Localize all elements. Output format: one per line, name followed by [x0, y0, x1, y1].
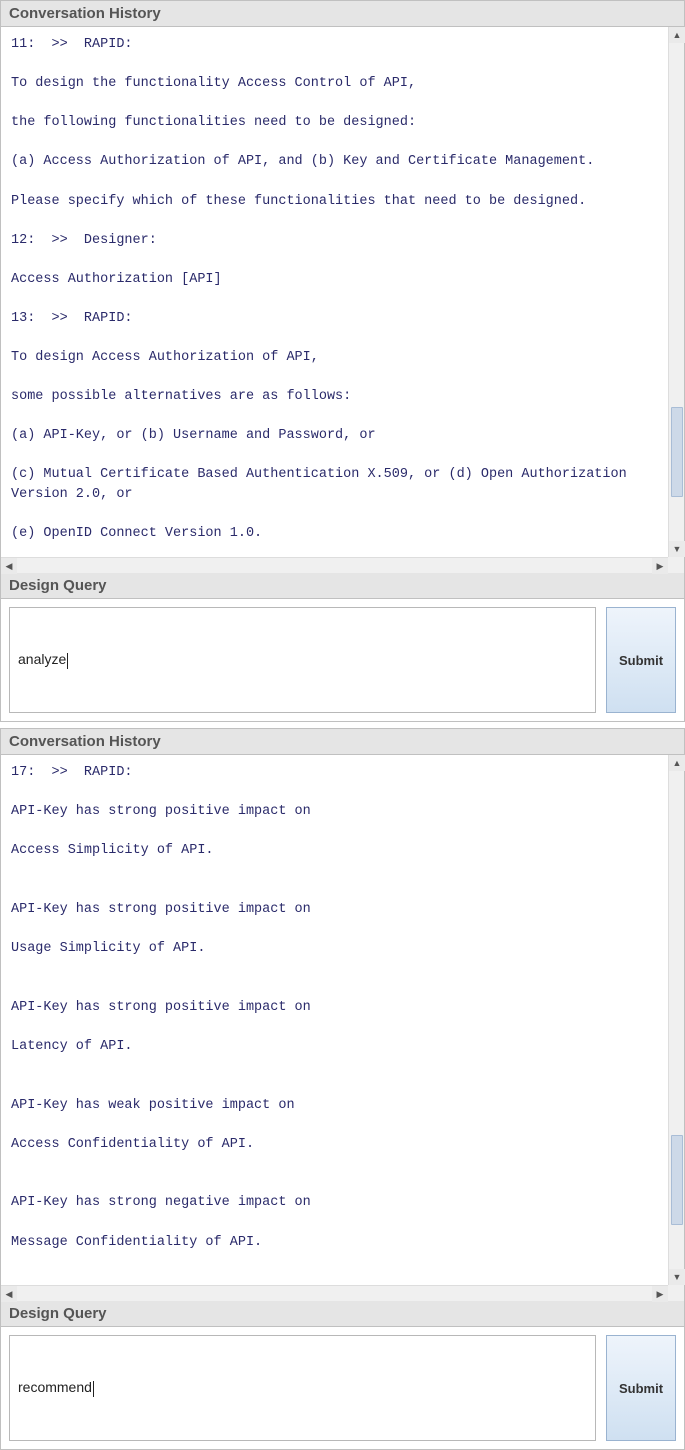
- history-text-2[interactable]: 17: >> RAPID: API-Key has strong positiv…: [1, 755, 684, 1285]
- scroll-right-icon[interactable]: ▶: [652, 558, 668, 574]
- vscroll-thumb-1[interactable]: [671, 407, 683, 497]
- scroll-down-icon[interactable]: ▼: [669, 541, 685, 557]
- hscrollbar-1[interactable]: ◀ ▶: [1, 557, 668, 573]
- query-input-wrap-1[interactable]: analyze: [9, 607, 596, 713]
- history-wrap-1: 11: >> RAPID: To design the functionalit…: [1, 27, 684, 573]
- scroll-corner: [668, 557, 684, 573]
- panel-2: Conversation History 17: >> RAPID: API-K…: [0, 728, 685, 1450]
- submit-button-2[interactable]: Submit: [606, 1335, 676, 1441]
- history-header-2: Conversation History: [1, 729, 684, 755]
- vscroll-thumb-2[interactable]: [671, 1135, 683, 1225]
- scroll-left-icon[interactable]: ◀: [1, 558, 17, 574]
- scroll-right-icon[interactable]: ▶: [652, 1286, 668, 1302]
- query-row-1: analyze Submit: [1, 599, 684, 721]
- query-header-1: Design Query: [1, 573, 684, 599]
- query-input-1[interactable]: analyze: [18, 651, 587, 668]
- query-input-wrap-2[interactable]: recommend: [9, 1335, 596, 1441]
- query-input-2[interactable]: recommend: [18, 1379, 587, 1396]
- history-header-1: Conversation History: [1, 1, 684, 27]
- scroll-left-icon[interactable]: ◀: [1, 1286, 17, 1302]
- scroll-down-icon[interactable]: ▼: [669, 1269, 685, 1285]
- vscrollbar-1[interactable]: ▲ ▼: [668, 27, 684, 557]
- scroll-up-icon[interactable]: ▲: [669, 27, 685, 43]
- hscrollbar-2[interactable]: ◀ ▶: [1, 1285, 668, 1301]
- query-header-2: Design Query: [1, 1301, 684, 1327]
- history-wrap-2: 17: >> RAPID: API-Key has strong positiv…: [1, 755, 684, 1301]
- scroll-up-icon[interactable]: ▲: [669, 755, 685, 771]
- panel-1: Conversation History 11: >> RAPID: To de…: [0, 0, 685, 722]
- scroll-corner: [668, 1285, 684, 1301]
- submit-button-1[interactable]: Submit: [606, 607, 676, 713]
- history-text-1[interactable]: 11: >> RAPID: To design the functionalit…: [1, 27, 684, 557]
- query-row-2: recommend Submit: [1, 1327, 684, 1449]
- vscrollbar-2[interactable]: ▲ ▼: [668, 755, 684, 1285]
